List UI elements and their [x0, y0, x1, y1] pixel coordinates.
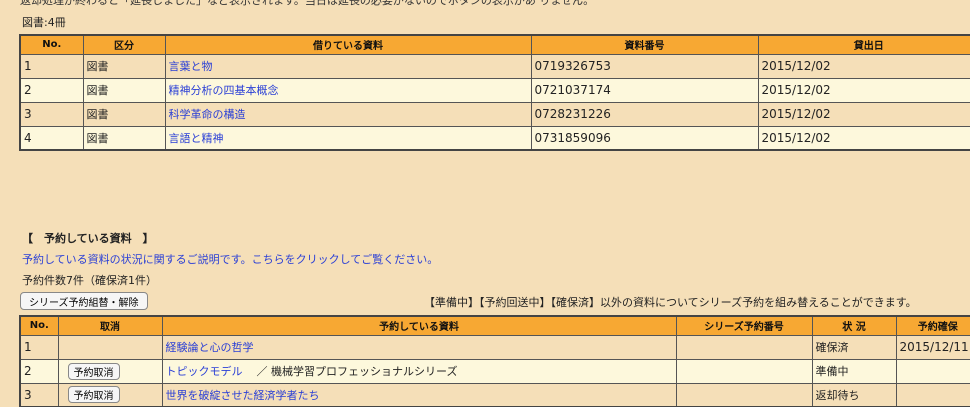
cancel-reservation-button[interactable]: 予約取消 — [67, 362, 120, 380]
loan-date: 2015/12/02 — [757, 101, 970, 127]
resv-no: 3 — [19, 382, 59, 407]
loan-header-row: No. 区分 借りている資料 資料番号 貸出日 — [19, 34, 970, 55]
reservations-count: 予約件数7件（確保済1件） — [22, 274, 157, 287]
loan-title-link[interactable]: 言語と精神 — [169, 132, 224, 145]
loan-type: 図書 — [82, 101, 166, 127]
resv-date — [895, 382, 970, 407]
resv-status: 確保済 — [811, 334, 897, 360]
resv-title-link[interactable]: 経験論と心の哲学 — [166, 341, 254, 354]
loan-id: 0731859096 — [530, 125, 759, 151]
loan-type: 図書 — [82, 77, 166, 103]
loan-count: 図書:4冊 — [22, 16, 66, 29]
reservations-help-link[interactable]: 予約している資料の状況に関するご説明です。こちらをクリックしてご覧ください。 — [22, 251, 438, 267]
loan-date: 2015/12/02 — [757, 77, 970, 103]
resv-no: 1 — [19, 334, 59, 360]
resv-title-link[interactable]: トピックモデル — [166, 365, 243, 378]
resv-series-no — [675, 382, 813, 407]
loan-row: 2 図書 精神分析の四基本概念 0721037174 2015/12/02 — [19, 77, 970, 103]
reservation-header-row: No. 取消 予約している資料 シリーズ予約番号 状 況 予約確保 — [19, 315, 970, 336]
loan-date: 2015/12/02 — [757, 53, 970, 79]
loan-no: 1 — [19, 53, 84, 79]
loan-header-id: 資料番号 — [530, 34, 759, 55]
resv-date: 2015/12/11 — [895, 334, 970, 360]
reservation-row: 3 予約取消 世界を破綻させた経済学者たち 返却待ち — [19, 382, 970, 407]
loan-table: No. 区分 借りている資料 資料番号 貸出日 1 図書 言葉と物 071932… — [19, 34, 970, 151]
loan-date: 2015/12/02 — [757, 125, 970, 151]
loan-id: 0728231226 — [530, 101, 759, 127]
resv-cancel-cell: 予約取消 — [57, 358, 163, 384]
resv-cancel-cell: 予約取消 — [57, 382, 163, 407]
loan-header-date: 貸出日 — [757, 34, 970, 55]
resv-no: 2 — [19, 358, 59, 384]
resv-header-no: No. — [19, 315, 59, 336]
reservation-table: No. 取消 予約している資料 シリーズ予約番号 状 況 予約確保 1 経験論と… — [19, 315, 970, 407]
resv-series-no — [675, 358, 813, 384]
loan-title-link[interactable]: 精神分析の四基本概念 — [169, 84, 279, 97]
reservation-row: 1 経験論と心の哲学 確保済 2015/12/11 — [19, 334, 970, 360]
loan-row: 4 図書 言語と精神 0731859096 2015/12/02 — [19, 125, 970, 151]
resv-date — [895, 358, 970, 384]
loan-type: 図書 — [82, 125, 166, 151]
top-note: 返却処理が終わると「延長しました」など表示されます。当日は延長の必要がないのでボ… — [20, 0, 595, 7]
loan-type: 図書 — [82, 53, 166, 79]
page: 返却処理が終わると「延長しました」など表示されます。当日は延長の必要がないのでボ… — [0, 0, 970, 407]
loan-no: 2 — [19, 77, 84, 103]
resv-title-link[interactable]: 世界を破綻させた経済学者たち — [166, 389, 320, 402]
resv-status: 返却待ち — [811, 382, 897, 407]
loan-header-title: 借りている資料 — [164, 34, 532, 55]
loan-header-type: 区分 — [82, 34, 166, 55]
series-note: 【準備中】【予約回送中】【確保済】以外の資料についてシリーズ予約を組み替えること… — [424, 296, 917, 309]
loan-no: 3 — [19, 101, 84, 127]
loan-id: 0721037174 — [530, 77, 759, 103]
resv-header-title: 予約している資料 — [161, 315, 677, 336]
resv-header-series-no: シリーズ予約番号 — [675, 315, 813, 336]
loan-header-no: No. — [19, 34, 84, 55]
loan-id: 0719326753 — [530, 53, 759, 79]
loan-row: 3 図書 科学革命の構造 0728231226 2015/12/02 — [19, 101, 970, 127]
resv-header-status: 状 況 — [811, 315, 897, 336]
loan-title-link[interactable]: 科学革命の構造 — [169, 108, 246, 121]
loan-row: 1 図書 言葉と物 0719326753 2015/12/02 — [19, 53, 970, 79]
resv-series-no — [675, 334, 813, 360]
reservations-section-title: 【 予約している資料 】 — [22, 232, 154, 245]
resv-series-suffix: ／ 機械学習プロフェッショナルシリーズ — [256, 365, 458, 378]
resv-header-date: 予約確保 — [895, 315, 970, 336]
cancel-reservation-button[interactable]: 予約取消 — [67, 386, 120, 404]
loan-title-link[interactable]: 言葉と物 — [169, 60, 213, 73]
loan-no: 4 — [19, 125, 84, 151]
reservation-row: 2 予約取消 トピックモデル ／ 機械学習プロフェッショナルシリーズ 準備中 — [19, 358, 970, 384]
series-reorganize-button[interactable]: シリーズ予約組替・解除 — [20, 292, 148, 310]
resv-status: 準備中 — [811, 358, 897, 384]
resv-header-cancel: 取消 — [57, 315, 163, 336]
resv-cancel-cell — [57, 334, 163, 360]
